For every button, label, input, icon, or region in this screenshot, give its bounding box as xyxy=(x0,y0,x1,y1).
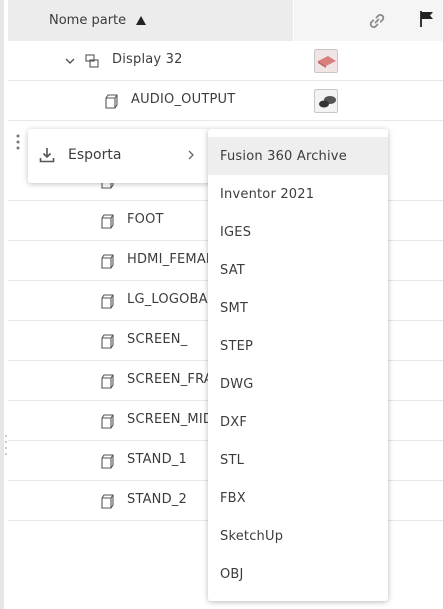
chevron-right-icon xyxy=(188,150,194,160)
component-icon xyxy=(101,294,114,309)
tree-row[interactable]: AUDIO_OUTPUT xyxy=(8,81,443,121)
tree-row-label: SCREEN_MID xyxy=(127,412,214,427)
name-column-header[interactable]: Nome parte xyxy=(8,0,293,41)
tree-row-label: Display 32 xyxy=(112,52,183,67)
audio-thumbnail-icon xyxy=(315,90,337,112)
component-icon xyxy=(101,494,114,509)
export-option[interactable]: FBX xyxy=(208,479,388,517)
resize-handle[interactable] xyxy=(4,430,8,460)
component-icon xyxy=(101,374,114,389)
assembly-icon xyxy=(85,54,99,68)
component-icon xyxy=(101,454,114,469)
display-thumbnail-icon xyxy=(315,50,337,72)
export-option[interactable]: SAT xyxy=(208,251,388,289)
component-icon xyxy=(101,214,114,229)
component-icon xyxy=(101,334,114,349)
export-option[interactable]: STL xyxy=(208,441,388,479)
export-option[interactable]: STEP xyxy=(208,327,388,365)
part-thumbnail xyxy=(314,89,338,113)
tree-row-label: SCREEN_ xyxy=(127,332,188,347)
export-option[interactable]: IGES xyxy=(208,213,388,251)
sort-ascending-icon xyxy=(136,16,147,25)
tree-row-label: STAND_1 xyxy=(127,452,187,467)
export-option[interactable]: SketchUp xyxy=(208,517,388,555)
export-option[interactable]: DWG xyxy=(208,365,388,403)
part-thumbnail xyxy=(314,49,338,73)
export-menu-item[interactable]: Esporta xyxy=(28,134,210,178)
name-column-title: Nome parte xyxy=(49,13,127,28)
tree-row-parent[interactable]: Display 32 xyxy=(8,41,443,81)
tree-row-label: SCREEN_FRA xyxy=(127,372,213,387)
export-option[interactable]: Inventor 2021 xyxy=(208,175,388,213)
export-option[interactable]: DXF xyxy=(208,403,388,441)
export-option[interactable]: SMT xyxy=(208,289,388,327)
export-option[interactable]: OBJ xyxy=(208,555,388,593)
tree-row-label: AUDIO_OUTPUT xyxy=(131,92,236,107)
table-header: Nome parte xyxy=(8,0,443,41)
icon-columns-header xyxy=(293,0,443,41)
tree-row-label: FOOT xyxy=(127,212,164,227)
chevron-down-icon[interactable] xyxy=(64,55,76,67)
context-menu: Esporta xyxy=(28,129,210,183)
component-icon xyxy=(101,414,114,429)
more-options-icon[interactable] xyxy=(14,133,22,151)
component-icon xyxy=(101,254,114,269)
export-option[interactable]: Fusion 360 Archive xyxy=(208,137,388,175)
tree-row-label: HDMI_FEMAI xyxy=(127,252,210,267)
tree-row-label: LG_LOGOBAC xyxy=(127,292,217,307)
download-icon xyxy=(39,148,55,163)
component-icon xyxy=(105,94,118,109)
export-submenu: Fusion 360 Archive Inventor 2021 IGES SA… xyxy=(208,129,388,601)
link-icon[interactable] xyxy=(367,11,387,31)
export-label: Esporta xyxy=(68,147,122,163)
tree-row-label: STAND_2 xyxy=(127,492,187,507)
flag-icon[interactable] xyxy=(419,10,435,28)
